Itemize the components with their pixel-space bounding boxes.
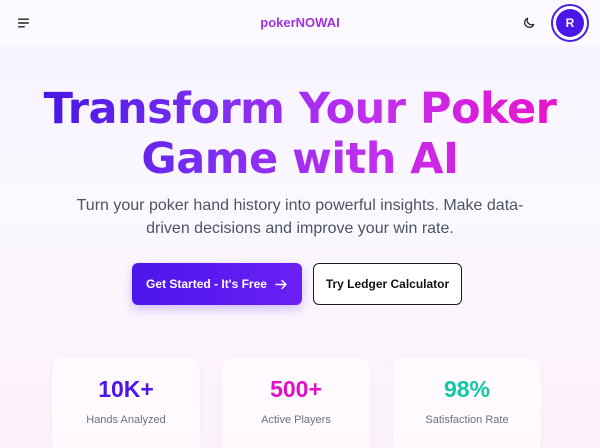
menu-button[interactable] (16, 15, 32, 31)
moon-icon (524, 17, 535, 28)
stat-label: Active Players (261, 414, 331, 426)
ledger-calculator-label: Try Ledger Calculator (325, 277, 450, 291)
theme-toggle-button[interactable] (520, 14, 538, 32)
user-avatar-button[interactable]: R (551, 4, 589, 42)
hero-subtitle: Turn your poker hand history into powerf… (76, 197, 524, 237)
hero-title-line-1: Transform Your Poker (43, 84, 557, 134)
get-started-label: Get Started - It's Free (146, 277, 267, 291)
stat-value: 98% (443, 376, 491, 402)
top-nav-bar: R (0, 0, 600, 46)
stat-card-players: 500+ Active Players (222, 358, 370, 448)
avatar: R (556, 9, 584, 37)
stat-label: Satisfaction Rate (425, 414, 509, 426)
hero-title-line-2: Game with AI (141, 134, 459, 184)
stat-card-hands: 10K+ Hands Analyzed (52, 358, 200, 448)
get-started-button[interactable]: Get Started - It's Free (132, 263, 302, 305)
menu-icon (18, 18, 29, 28)
ledger-calculator-button[interactable]: Try Ledger Calculator (313, 263, 462, 305)
hero-title: Transform Your Poker Game with AI (0, 84, 600, 184)
header-actions: R (520, 4, 589, 42)
stat-value: 500+ (270, 376, 322, 402)
stat-card-satisfaction: 98% Satisfaction Rate (393, 358, 541, 448)
stat-label: Hands Analyzed (86, 414, 166, 426)
stat-value: 10K+ (98, 376, 154, 402)
arrow-right-icon (275, 279, 287, 289)
